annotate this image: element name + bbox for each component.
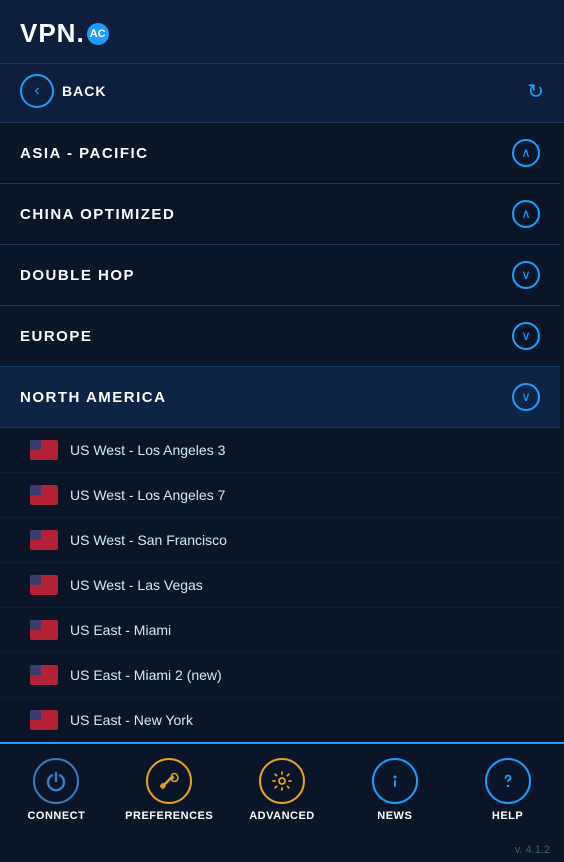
wrench-icon <box>146 758 192 804</box>
category-europe[interactable]: EUROPE ∨ <box>0 306 560 367</box>
category-double-hop[interactable]: DOUBLE HOP ∨ <box>0 245 560 306</box>
server-name: US West - Los Angeles 7 <box>70 487 225 503</box>
server-item[interactable]: US West - Los Angeles 3 <box>0 428 560 473</box>
chevron-up-icon: ∧ <box>512 139 540 167</box>
category-north-america[interactable]: NORTH AMERICA ∨ <box>0 367 560 428</box>
main-content: ASIA - PACIFIC ∧ CHINA OPTIMIZED ∧ DOUBL… <box>0 123 564 791</box>
question-icon <box>485 758 531 804</box>
refresh-button[interactable]: ↻ <box>527 79 544 104</box>
nav-item-news[interactable]: NEWS <box>350 758 440 822</box>
category-label: ASIA - PACIFIC <box>20 145 149 162</box>
back-button[interactable]: ‹ BACK <box>20 74 106 108</box>
category-china-optimized[interactable]: CHINA OPTIMIZED ∧ <box>0 184 560 245</box>
nav-label-news: NEWS <box>377 810 412 822</box>
logo-text: VPN. <box>20 18 85 49</box>
nav-item-preferences[interactable]: PREFERENCES <box>124 758 214 822</box>
nav-label-preferences: PREFERENCES <box>125 810 213 822</box>
nav-label-help: HELP <box>492 810 523 822</box>
flag-us <box>30 485 58 505</box>
nav-bar: ‹ BACK ↻ <box>0 64 564 123</box>
logo-badge: AC <box>87 23 109 45</box>
back-label: BACK <box>62 83 106 99</box>
server-item[interactable]: US East - Miami 2 (new) <box>0 653 560 698</box>
gear-icon <box>259 758 305 804</box>
category-label: DOUBLE HOP <box>20 267 135 284</box>
server-list[interactable]: ASIA - PACIFIC ∧ CHINA OPTIMIZED ∧ DOUBL… <box>0 123 564 791</box>
nav-label-advanced: ADVANCED <box>249 810 315 822</box>
server-name: US East - New York <box>70 712 193 728</box>
category-label: EUROPE <box>20 328 92 345</box>
nav-item-help[interactable]: HELP <box>463 758 553 822</box>
refresh-icon: ↻ <box>527 81 544 103</box>
server-name: US West - Los Angeles 3 <box>70 442 225 458</box>
chevron-down-icon: ∨ <box>512 322 540 350</box>
flag-us <box>30 620 58 640</box>
chevron-down-icon: ∨ <box>512 383 540 411</box>
flag-us <box>30 665 58 685</box>
nav-item-connect[interactable]: CONNECT <box>11 758 101 822</box>
server-name: US East - Miami 2 (new) <box>70 667 222 683</box>
chevron-up-icon: ∧ <box>512 200 540 228</box>
flag-us <box>30 710 58 730</box>
power-icon <box>33 758 79 804</box>
info-icon <box>372 758 418 804</box>
nav-label-connect: CONNECT <box>27 810 85 822</box>
server-item[interactable]: US West - San Francisco <box>0 518 560 563</box>
server-item-miami[interactable]: US East - Miami <box>0 608 560 653</box>
category-label: CHINA OPTIMIZED <box>20 206 175 223</box>
logo: VPN. AC <box>20 18 109 49</box>
category-label: NORTH AMERICA <box>20 389 166 406</box>
server-item[interactable]: US West - Las Vegas <box>0 563 560 608</box>
server-name: US East - Miami <box>70 622 171 638</box>
server-name: US West - Las Vegas <box>70 577 203 593</box>
chevron-down-icon: ∨ <box>512 261 540 289</box>
flag-us <box>30 575 58 595</box>
category-asia-pacific[interactable]: ASIA - PACIFIC ∧ <box>0 123 560 184</box>
version-text: v. 4.1.2 <box>515 844 550 856</box>
server-name: US West - San Francisco <box>70 532 227 548</box>
server-item[interactable]: US East - New York <box>0 698 560 743</box>
bottom-nav: CONNECT PREFERENCES ADVANCED <box>0 742 564 862</box>
nav-items: CONNECT PREFERENCES ADVANCED <box>0 744 564 822</box>
nav-item-advanced[interactable]: ADVANCED <box>237 758 327 822</box>
server-item[interactable]: US West - Los Angeles 7 <box>0 473 560 518</box>
header: VPN. AC <box>0 0 564 64</box>
flag-us <box>30 530 58 550</box>
back-circle-icon: ‹ <box>20 74 54 108</box>
flag-us <box>30 440 58 460</box>
